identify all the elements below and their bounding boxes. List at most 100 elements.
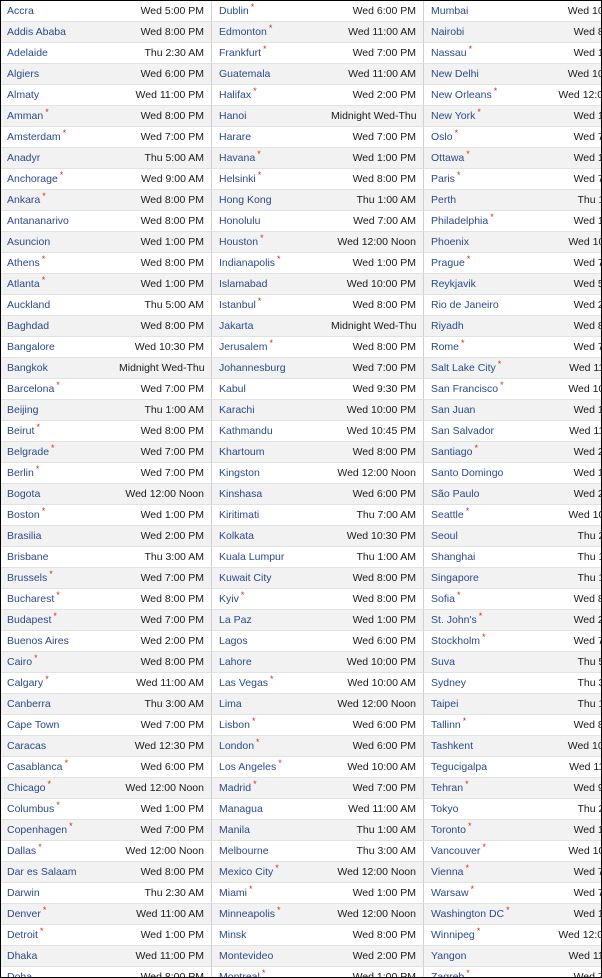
city-link[interactable]: Lima bbox=[219, 698, 242, 710]
city-link[interactable]: Brisbane bbox=[7, 551, 48, 563]
city-link[interactable]: Las Vegas bbox=[219, 677, 268, 689]
city-link[interactable]: Nairobi bbox=[431, 26, 464, 38]
city-link[interactable]: Los Angeles bbox=[219, 761, 276, 773]
city-link[interactable]: Salt Lake City bbox=[431, 362, 496, 374]
city-link[interactable]: Vancouver bbox=[431, 845, 480, 857]
city-link[interactable]: Lisbon bbox=[219, 719, 250, 731]
city-link[interactable]: Dublin bbox=[219, 5, 249, 17]
city-link[interactable]: Indianapolis bbox=[219, 257, 275, 269]
city-link[interactable]: Frankfurt bbox=[219, 47, 261, 59]
city-link[interactable]: Phoenix bbox=[431, 236, 469, 248]
city-link[interactable]: Bucharest bbox=[7, 593, 54, 605]
city-link[interactable]: Tokyo bbox=[431, 803, 458, 815]
city-link[interactable]: Stockholm bbox=[431, 635, 480, 647]
city-link[interactable]: Ankara bbox=[7, 194, 40, 206]
city-link[interactable]: Taipei bbox=[431, 698, 458, 710]
city-link[interactable]: Kuala Lumpur bbox=[219, 551, 284, 563]
city-link[interactable]: Vienna bbox=[431, 866, 464, 878]
city-link[interactable]: Halifax bbox=[219, 89, 251, 101]
city-link[interactable]: Winnipeg bbox=[431, 929, 475, 941]
city-link[interactable]: Managua bbox=[219, 803, 263, 815]
city-link[interactable]: Mumbai bbox=[431, 5, 468, 17]
city-link[interactable]: Miami bbox=[219, 887, 247, 899]
city-link[interactable]: Anchorage bbox=[7, 173, 58, 185]
city-link[interactable]: Karachi bbox=[219, 404, 255, 416]
city-link[interactable]: Atlanta bbox=[7, 278, 40, 290]
city-link[interactable]: Brussels bbox=[7, 572, 47, 584]
city-link[interactable]: Warsaw bbox=[431, 887, 469, 899]
city-link[interactable]: Bangalore bbox=[7, 341, 55, 353]
city-link[interactable]: Athens bbox=[7, 257, 40, 269]
city-link[interactable]: Tegucigalpa bbox=[431, 761, 487, 773]
city-link[interactable]: Perth bbox=[431, 194, 456, 206]
city-link[interactable]: Jakarta bbox=[219, 320, 253, 332]
city-link[interactable]: Washington DC bbox=[431, 908, 504, 920]
city-link[interactable]: Yangon bbox=[431, 950, 466, 962]
city-link[interactable]: Melbourne bbox=[219, 845, 269, 857]
city-link[interactable]: Amsterdam bbox=[7, 131, 61, 143]
city-link[interactable]: Edmonton bbox=[219, 26, 267, 38]
city-link[interactable]: Buenos Aires bbox=[7, 635, 69, 647]
city-link[interactable]: Kiritimati bbox=[219, 509, 259, 521]
city-link[interactable]: Cape Town bbox=[7, 719, 59, 731]
city-link[interactable]: Lagos bbox=[219, 635, 248, 647]
city-link[interactable]: Bogota bbox=[7, 488, 40, 500]
city-link[interactable]: Sydney bbox=[431, 677, 466, 689]
city-link[interactable]: Chicago bbox=[7, 782, 46, 794]
city-link[interactable]: Detroit bbox=[7, 929, 38, 941]
city-link[interactable]: Brasilia bbox=[7, 530, 41, 542]
city-link[interactable]: Casablanca bbox=[7, 761, 62, 773]
city-link[interactable]: Accra bbox=[7, 5, 34, 17]
city-link[interactable]: Riyadh bbox=[431, 320, 464, 332]
city-link[interactable]: Bangkok bbox=[7, 362, 48, 374]
city-link[interactable]: New Delhi bbox=[431, 68, 479, 80]
city-link[interactable]: Caracas bbox=[7, 740, 46, 752]
city-link[interactable]: Kinshasa bbox=[219, 488, 262, 500]
city-link[interactable]: Denver bbox=[7, 908, 41, 920]
city-link[interactable]: Hong Kong bbox=[219, 194, 272, 206]
city-link[interactable]: Berlin bbox=[7, 467, 34, 479]
city-link[interactable]: Sofia bbox=[431, 593, 455, 605]
city-link[interactable]: Houston bbox=[219, 236, 258, 248]
city-link[interactable]: Shanghai bbox=[431, 551, 475, 563]
city-link[interactable]: Amman bbox=[7, 110, 43, 122]
city-link[interactable]: Tehran bbox=[431, 782, 463, 794]
city-link[interactable]: Zagreb bbox=[431, 971, 464, 977]
city-link[interactable]: Santo Domingo bbox=[431, 467, 503, 479]
city-link[interactable]: Islamabad bbox=[219, 278, 267, 290]
city-link[interactable]: Anadyr bbox=[7, 152, 40, 164]
city-link[interactable]: Singapore bbox=[431, 572, 479, 584]
city-link[interactable]: Baghdad bbox=[7, 320, 49, 332]
city-link[interactable]: Ottawa bbox=[431, 152, 464, 164]
city-link[interactable]: Dar es Salaam bbox=[7, 866, 76, 878]
city-link[interactable]: Addis Ababa bbox=[7, 26, 66, 38]
city-link[interactable]: Istanbul bbox=[219, 299, 256, 311]
city-link[interactable]: Johannesburg bbox=[219, 362, 286, 374]
city-link[interactable]: Madrid bbox=[219, 782, 251, 794]
city-link[interactable]: Reykjavik bbox=[431, 278, 476, 290]
city-link[interactable]: New Orleans bbox=[431, 89, 492, 101]
city-link[interactable]: Boston bbox=[7, 509, 40, 521]
city-link[interactable]: Harare bbox=[219, 131, 251, 143]
city-link[interactable]: Dhaka bbox=[7, 950, 37, 962]
city-link[interactable]: Kathmandu bbox=[219, 425, 273, 437]
city-link[interactable]: Jerusalem bbox=[219, 341, 267, 353]
city-link[interactable]: Calgary bbox=[7, 677, 43, 689]
city-link[interactable]: St. John's bbox=[431, 614, 477, 626]
city-link[interactable]: Columbus bbox=[7, 803, 54, 815]
city-link[interactable]: San Francisco bbox=[431, 383, 498, 395]
city-link[interactable]: Rome bbox=[431, 341, 459, 353]
city-link[interactable]: La Paz bbox=[219, 614, 252, 626]
city-link[interactable]: Antananarivo bbox=[7, 215, 69, 227]
city-link[interactable]: Havana bbox=[219, 152, 255, 164]
city-link[interactable]: London bbox=[219, 740, 254, 752]
city-link[interactable]: Oslo bbox=[431, 131, 453, 143]
city-link[interactable]: Prague bbox=[431, 257, 465, 269]
city-link[interactable]: Nassau bbox=[431, 47, 467, 59]
city-link[interactable]: Kingston bbox=[219, 467, 260, 479]
city-link[interactable]: Suva bbox=[431, 656, 455, 668]
city-link[interactable]: Tashkent bbox=[431, 740, 473, 752]
city-link[interactable]: Seattle bbox=[431, 509, 464, 521]
city-link[interactable]: Barcelona bbox=[7, 383, 54, 395]
city-link[interactable]: Copenhagen bbox=[7, 824, 67, 836]
